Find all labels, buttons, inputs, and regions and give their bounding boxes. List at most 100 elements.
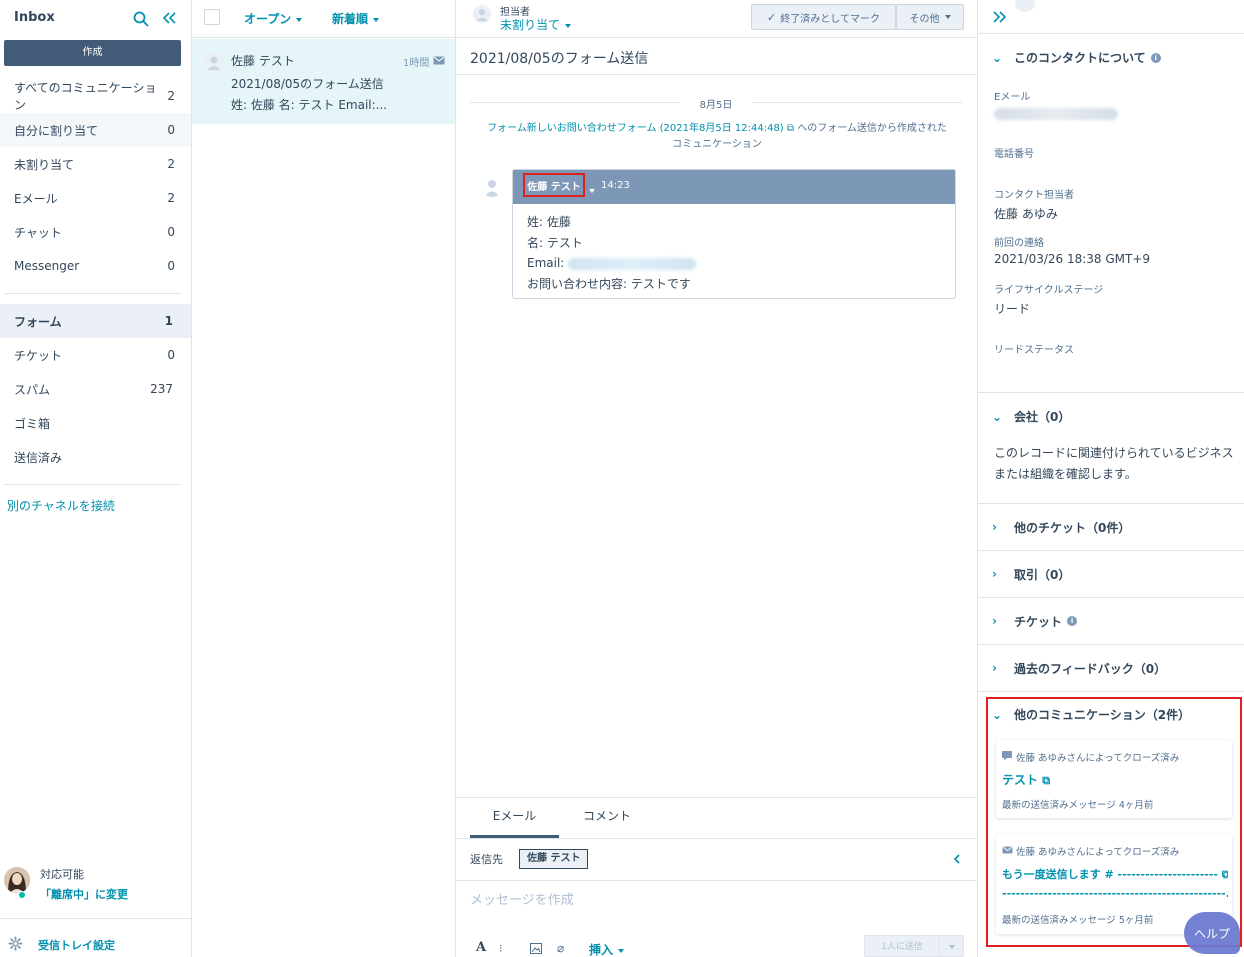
nav-item-assigned-to-me[interactable]: 自分に割り当て 0 xyxy=(0,113,191,147)
redacted-email xyxy=(568,257,697,270)
tab-comment[interactable]: コメント xyxy=(559,798,655,836)
date-line-left xyxy=(470,102,680,103)
conversation-list: オープン 新着順 佐藤 テスト 1時間 2021/08/05のフォーム送信 姓:… xyxy=(192,0,456,957)
nav-item-label: 送信済み xyxy=(14,450,63,465)
message-line: 姓: 佐藤 xyxy=(527,215,571,229)
thread-topbar: 担当者 未割り当て ✓ 終了済みとしてマーク その他 xyxy=(456,0,977,38)
prop-email-value[interactable] xyxy=(994,106,1118,120)
prop-value[interactable]: 佐藤 あゆみ xyxy=(994,205,1058,222)
select-all-checkbox[interactable] xyxy=(204,9,220,25)
communication-link[interactable]: テスト ⧉ xyxy=(1002,771,1050,788)
assignee-dropdown[interactable]: 未割り当て xyxy=(500,16,572,33)
tab-email[interactable]: Eメール xyxy=(470,798,559,838)
communication-title-line2[interactable]: ----------------------------------------… xyxy=(1002,887,1228,900)
external-link-icon: ⧉ xyxy=(1042,774,1051,787)
chevron-down-icon xyxy=(373,17,380,22)
communication-card[interactable]: 佐藤 あゆみさんによってクローズ済み テスト ⧉ 最新の送信済みメッセージ 4ヶ… xyxy=(996,740,1232,818)
reply-to-recipient[interactable]: 佐藤 テスト xyxy=(519,849,589,869)
chevron-left-icon[interactable] xyxy=(953,854,961,864)
section-feedback[interactable]: › 過去のフィードバック（0） xyxy=(978,645,1244,692)
sidebar-divider xyxy=(4,484,181,485)
search-icon[interactable] xyxy=(133,11,149,27)
info-icon[interactable]: i xyxy=(1067,616,1078,626)
section-about-contact[interactable]: ⌄ このコンタクトについて i xyxy=(992,49,1161,66)
inbox-settings-link[interactable]: 受信トレイ設定 xyxy=(38,937,115,953)
message-input[interactable]: メッセージを作成 xyxy=(470,889,574,908)
section-other-tickets[interactable]: › 他のチケット（0件） xyxy=(978,504,1244,551)
section-company[interactable]: ⌄ 会社（0） xyxy=(992,408,1070,425)
chevron-down-icon xyxy=(618,948,625,953)
nav-item-label: 自分に割り当て xyxy=(14,123,99,138)
compose-button[interactable]: 作成 xyxy=(4,40,181,66)
external-link-icon: ⧉ xyxy=(786,123,795,134)
section-divider xyxy=(978,392,1244,393)
image-icon[interactable] xyxy=(530,943,542,954)
section-other-communications[interactable]: ⌄ 他のコミュニケーション（2件） xyxy=(992,706,1190,723)
communication-title: テスト xyxy=(1002,773,1039,787)
prop-value[interactable]: リード xyxy=(994,300,1030,317)
redacted-email xyxy=(994,107,1118,120)
sidebar-bottom-divider xyxy=(0,918,191,919)
email-icon xyxy=(1002,846,1013,854)
expand-right-icon[interactable] xyxy=(993,11,1006,23)
chevron-down-icon[interactable] xyxy=(589,183,595,197)
user-avatar[interactable] xyxy=(4,867,30,893)
nav-item-label: フォーム xyxy=(14,314,62,329)
prop-label: 前回の連絡 xyxy=(994,238,1044,249)
nav-item-tickets[interactable]: チケット 0 xyxy=(0,338,191,372)
message-line: お問い合わせ内容: テストです xyxy=(527,276,691,291)
chevron-right-icon: › xyxy=(992,520,997,534)
nav-item-trash[interactable]: ゴミ箱 xyxy=(0,406,191,440)
mark-done-button[interactable]: ✓ 終了済みとしてマーク xyxy=(751,4,896,30)
nav-item-count: 0 xyxy=(167,259,175,273)
insert-label: 挿入 xyxy=(589,943,614,957)
chevron-down-icon xyxy=(565,23,572,28)
section-deals[interactable]: › 取引（0） xyxy=(978,551,1244,598)
info-icon[interactable]: i xyxy=(1150,52,1161,63)
latest-message: 最新の送信済みメッセージ 5ヶ月前 xyxy=(1002,915,1154,926)
connect-channel-link[interactable]: 別のチャネルを接続 xyxy=(7,497,115,514)
nav-item-unassigned[interactable]: 未割り当て 2 xyxy=(0,147,191,181)
more-button[interactable]: その他 xyxy=(896,4,964,30)
status-filter-dropdown[interactable]: オープン xyxy=(244,10,303,27)
nav-item-spam[interactable]: スパム 237 xyxy=(0,372,191,406)
collapse-left-icon[interactable] xyxy=(163,12,176,24)
change-status-link[interactable]: 「離席中」に変更 xyxy=(40,886,128,902)
status-dot xyxy=(18,891,26,899)
status-filter-label: オープン xyxy=(244,12,292,26)
nav-item-count: 1 xyxy=(164,314,173,328)
check-icon: ✓ xyxy=(767,10,777,24)
attachment-icon[interactable]: ⌀ xyxy=(557,941,564,955)
section-tickets[interactable]: › チケット i xyxy=(978,598,1244,645)
insert-dropdown[interactable]: 挿入 xyxy=(589,941,625,957)
nav-item-email[interactable]: Eメール 2 xyxy=(0,181,191,215)
nav-item-sent[interactable]: 送信済み xyxy=(0,440,191,474)
sort-dropdown[interactable]: 新着順 xyxy=(332,10,380,27)
form-link[interactable]: フォーム新しいお問い合わせフォーム (2021年8月5日 12:44:48) xyxy=(487,123,784,134)
message-header: 佐藤 テスト 14:23 xyxy=(513,170,955,204)
date-line-right xyxy=(752,102,962,103)
text-format-icon[interactable]: A xyxy=(476,940,486,955)
nav-item-count: 2 xyxy=(167,191,175,205)
contact-avatar xyxy=(204,52,224,72)
conversation-item[interactable]: 佐藤 テスト 1時間 2021/08/05のフォーム送信 姓: 佐藤 名: テス… xyxy=(192,39,455,124)
nav-item-messenger[interactable]: Messenger 0 xyxy=(0,249,191,283)
send-options-dropdown[interactable] xyxy=(939,936,963,956)
chevron-down-icon xyxy=(948,944,955,949)
snippet-icon[interactable]: ⁝ xyxy=(499,942,503,955)
message-sender[interactable]: 佐藤 テスト xyxy=(523,173,585,197)
inbox-title: Inbox xyxy=(14,10,55,25)
help-button[interactable]: ヘルプ xyxy=(1184,912,1240,954)
nav-item-label: ゴミ箱 xyxy=(14,416,51,431)
nav-item-chat[interactable]: チャット 0 xyxy=(0,215,191,249)
chevron-right-icon: › xyxy=(992,567,997,581)
nav-item-forms[interactable]: フォーム 1 xyxy=(0,304,191,338)
send-button[interactable]: 1人に送信 xyxy=(865,936,939,956)
nav-item-all[interactable]: すべてのコミュニケーション 2 xyxy=(0,79,191,113)
sort-label: 新着順 xyxy=(332,12,369,26)
availability-status: 対応可能 xyxy=(40,868,84,881)
gear-icon[interactable] xyxy=(8,936,23,951)
communication-link[interactable]: もう一度送信します # ---------------------- ⧉ xyxy=(1002,866,1228,882)
company-desc-line: このレコードに関連付けられているビジネス xyxy=(994,446,1234,460)
nav-item-count: 0 xyxy=(167,348,175,362)
